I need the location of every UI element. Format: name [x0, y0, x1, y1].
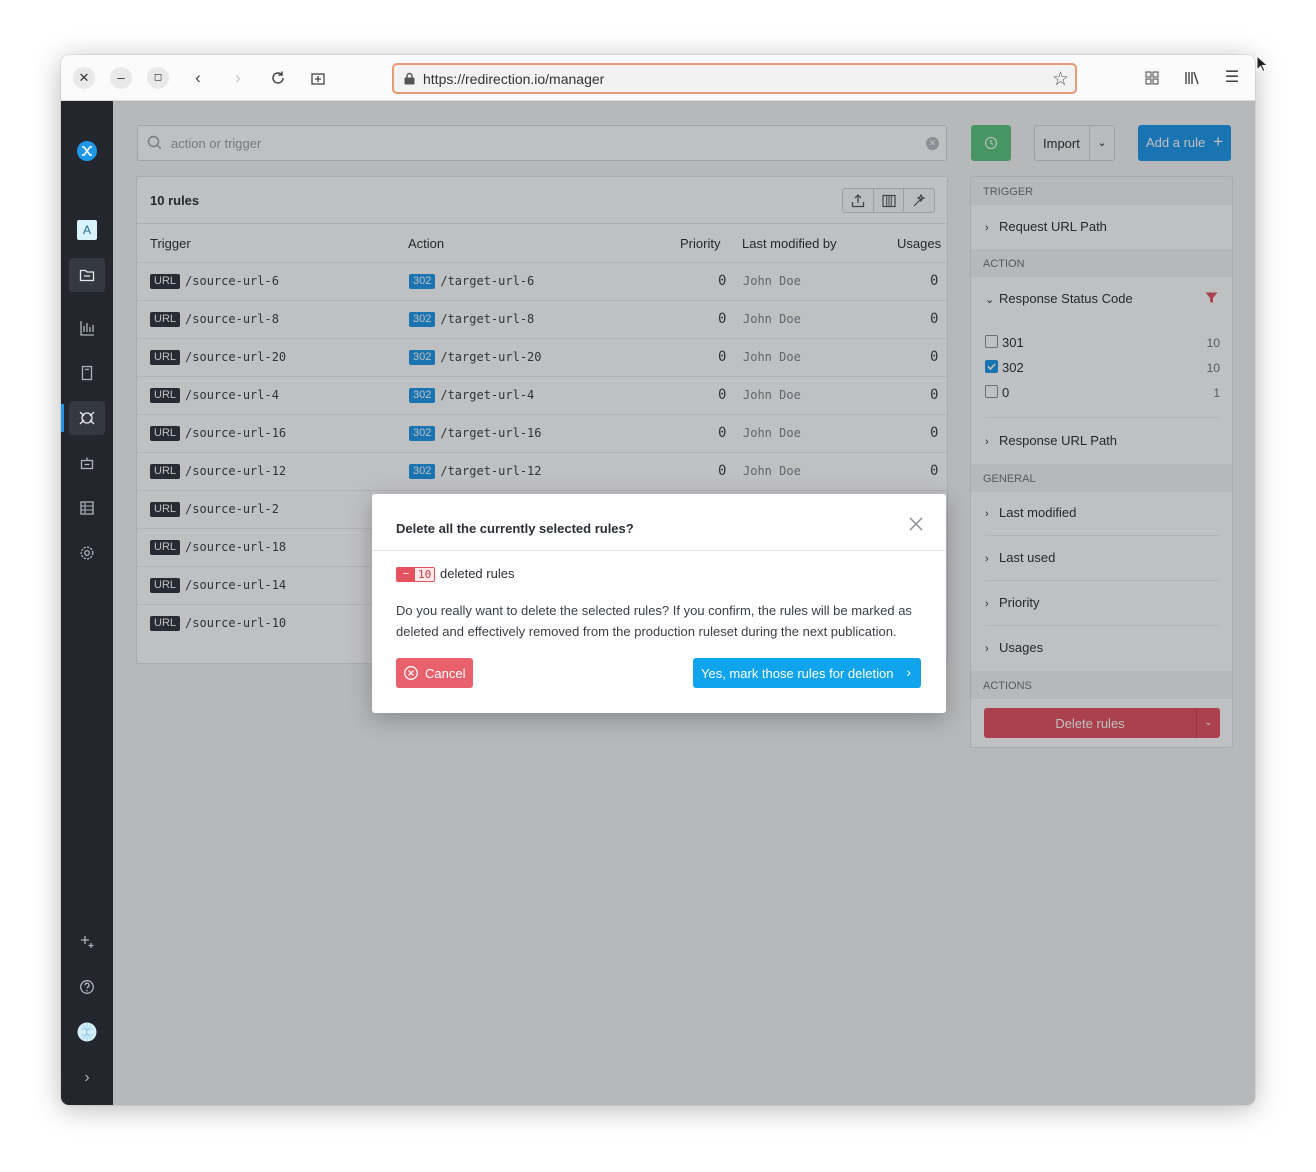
close-window-icon[interactable]: ✕: [73, 67, 95, 89]
confirm-delete-label: Yes, mark those rules for deletion: [701, 666, 894, 681]
forward-icon[interactable]: ›: [225, 65, 251, 91]
redirection-logo-icon[interactable]: [77, 141, 97, 161]
menu-icon[interactable]: ☰: [1220, 66, 1244, 90]
maximize-window-icon[interactable]: ◻: [147, 67, 169, 89]
project-avatar-letter: A: [77, 220, 97, 240]
app: A › action or trigger ✕ Import ⌄ Add a r…: [61, 101, 1255, 1105]
sidebar-item-projects[interactable]: [69, 258, 105, 292]
confirm-delete-button[interactable]: Yes, mark those rules for deletion ›: [693, 658, 921, 688]
dialog-title: Delete all the currently selected rules?: [396, 521, 634, 536]
bookmark-star-icon[interactable]: ☆: [1052, 68, 1069, 91]
sidebar-item-rules[interactable]: [69, 401, 105, 435]
help-icon: [80, 980, 94, 994]
folder-icon: [79, 269, 95, 282]
sidebar-item-analytics[interactable]: [69, 311, 105, 345]
mouse-cursor-icon: [1256, 55, 1268, 73]
dialog-message: Do you really want to delete the selecte…: [396, 603, 912, 639]
cancel-circle-icon: [404, 666, 418, 680]
chevron-right-icon: ›: [84, 1069, 90, 1086]
active-indicator: [61, 404, 64, 432]
sidebar-item-settings[interactable]: [69, 536, 105, 570]
sidebar: A ›: [61, 101, 113, 1105]
url-text[interactable]: https://redirection.io/manager: [423, 71, 604, 87]
table-icon: [80, 501, 94, 515]
bar-chart-icon: [80, 321, 94, 336]
lock-icon: [404, 72, 415, 85]
sidebar-item-whats-new[interactable]: [69, 925, 105, 959]
back-icon[interactable]: ‹: [185, 65, 211, 91]
sparkles-icon: [81, 936, 94, 948]
sidebar-expand-button[interactable]: ›: [69, 1061, 105, 1095]
cancel-label: Cancel: [425, 666, 466, 681]
sidebar-item-table[interactable]: [69, 491, 105, 525]
deleted-rules-label: deleted rules: [440, 566, 515, 581]
minus-icon: −: [397, 568, 415, 581]
sidebar-item-instances[interactable]: [69, 446, 105, 480]
sidebar-item-logs[interactable]: [69, 356, 105, 390]
cancel-button[interactable]: Cancel: [396, 658, 473, 688]
address-bar[interactable]: https://redirection.io/manager ☆: [392, 63, 1077, 94]
deleted-count-badge: − 10: [396, 567, 436, 582]
project-avatar[interactable]: A: [69, 213, 105, 247]
document-icon: [81, 365, 93, 381]
close-icon[interactable]: [908, 516, 924, 532]
user-avatar-icon: [77, 1022, 97, 1042]
browser-window: ✕ – ◻ ‹ › https://redirection.io/manager…: [61, 55, 1255, 1105]
robot-icon: [80, 457, 94, 470]
gear-icon: [80, 546, 94, 560]
deleted-count: 10: [415, 568, 435, 581]
minimize-window-icon[interactable]: –: [110, 67, 132, 89]
library-icon[interactable]: [1180, 66, 1204, 90]
user-avatar[interactable]: [69, 1015, 105, 1049]
extensions-grid-icon[interactable]: [1140, 66, 1164, 90]
chevron-right-icon: ›: [906, 664, 911, 680]
rules-icon: [79, 411, 95, 425]
new-tab-icon[interactable]: [305, 65, 331, 91]
reload-icon[interactable]: [265, 65, 291, 91]
delete-confirmation-dialog: Delete all the currently selected rules?…: [372, 494, 946, 713]
browser-toolbar: ✕ – ◻ ‹ › https://redirection.io/manager…: [61, 55, 1255, 101]
main-content: action or trigger ✕ Import ⌄ Add a rule …: [113, 101, 1255, 1105]
dialog-divider: [372, 550, 946, 551]
sidebar-item-help[interactable]: [69, 970, 105, 1004]
